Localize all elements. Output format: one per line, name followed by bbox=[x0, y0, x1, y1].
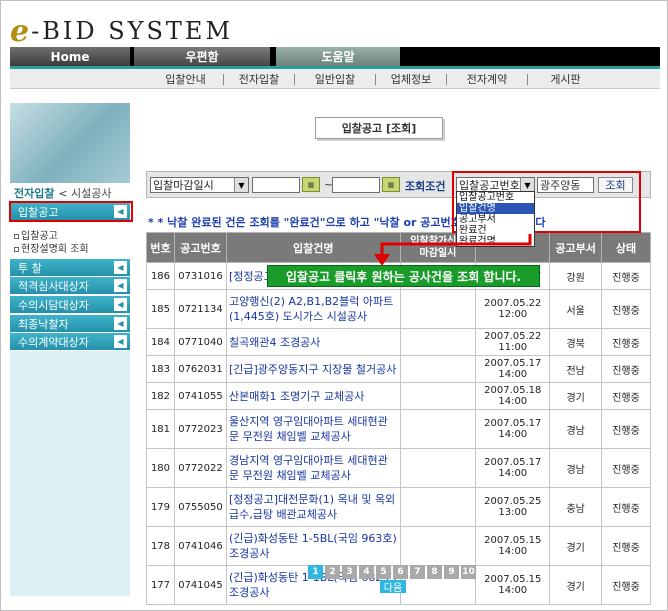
arrow-overlay bbox=[374, 234, 532, 266]
arrow-line bbox=[380, 234, 532, 256]
page-link[interactable]: 8 bbox=[427, 565, 442, 579]
page-link[interactable]: 5 bbox=[376, 565, 391, 579]
instruction-callout: 입찰공고 클릭후 원하는 공사건을 조회 합니다. bbox=[267, 265, 540, 287]
page-link[interactable]: 2 bbox=[325, 565, 340, 579]
page-link[interactable]: 6 bbox=[393, 565, 408, 579]
page-link[interactable]: 1 bbox=[308, 565, 323, 579]
page-link[interactable]: 9 bbox=[444, 565, 459, 579]
page-link[interactable]: 7 bbox=[410, 565, 425, 579]
pagination: 1 2 3 4 5 6 7 8 9 10 bbox=[308, 565, 476, 579]
page-link[interactable]: 3 bbox=[342, 565, 357, 579]
next-page-button[interactable]: 다음 bbox=[380, 580, 406, 594]
page-link[interactable]: 4 bbox=[359, 565, 374, 579]
page-link[interactable]: 10 bbox=[461, 565, 476, 579]
